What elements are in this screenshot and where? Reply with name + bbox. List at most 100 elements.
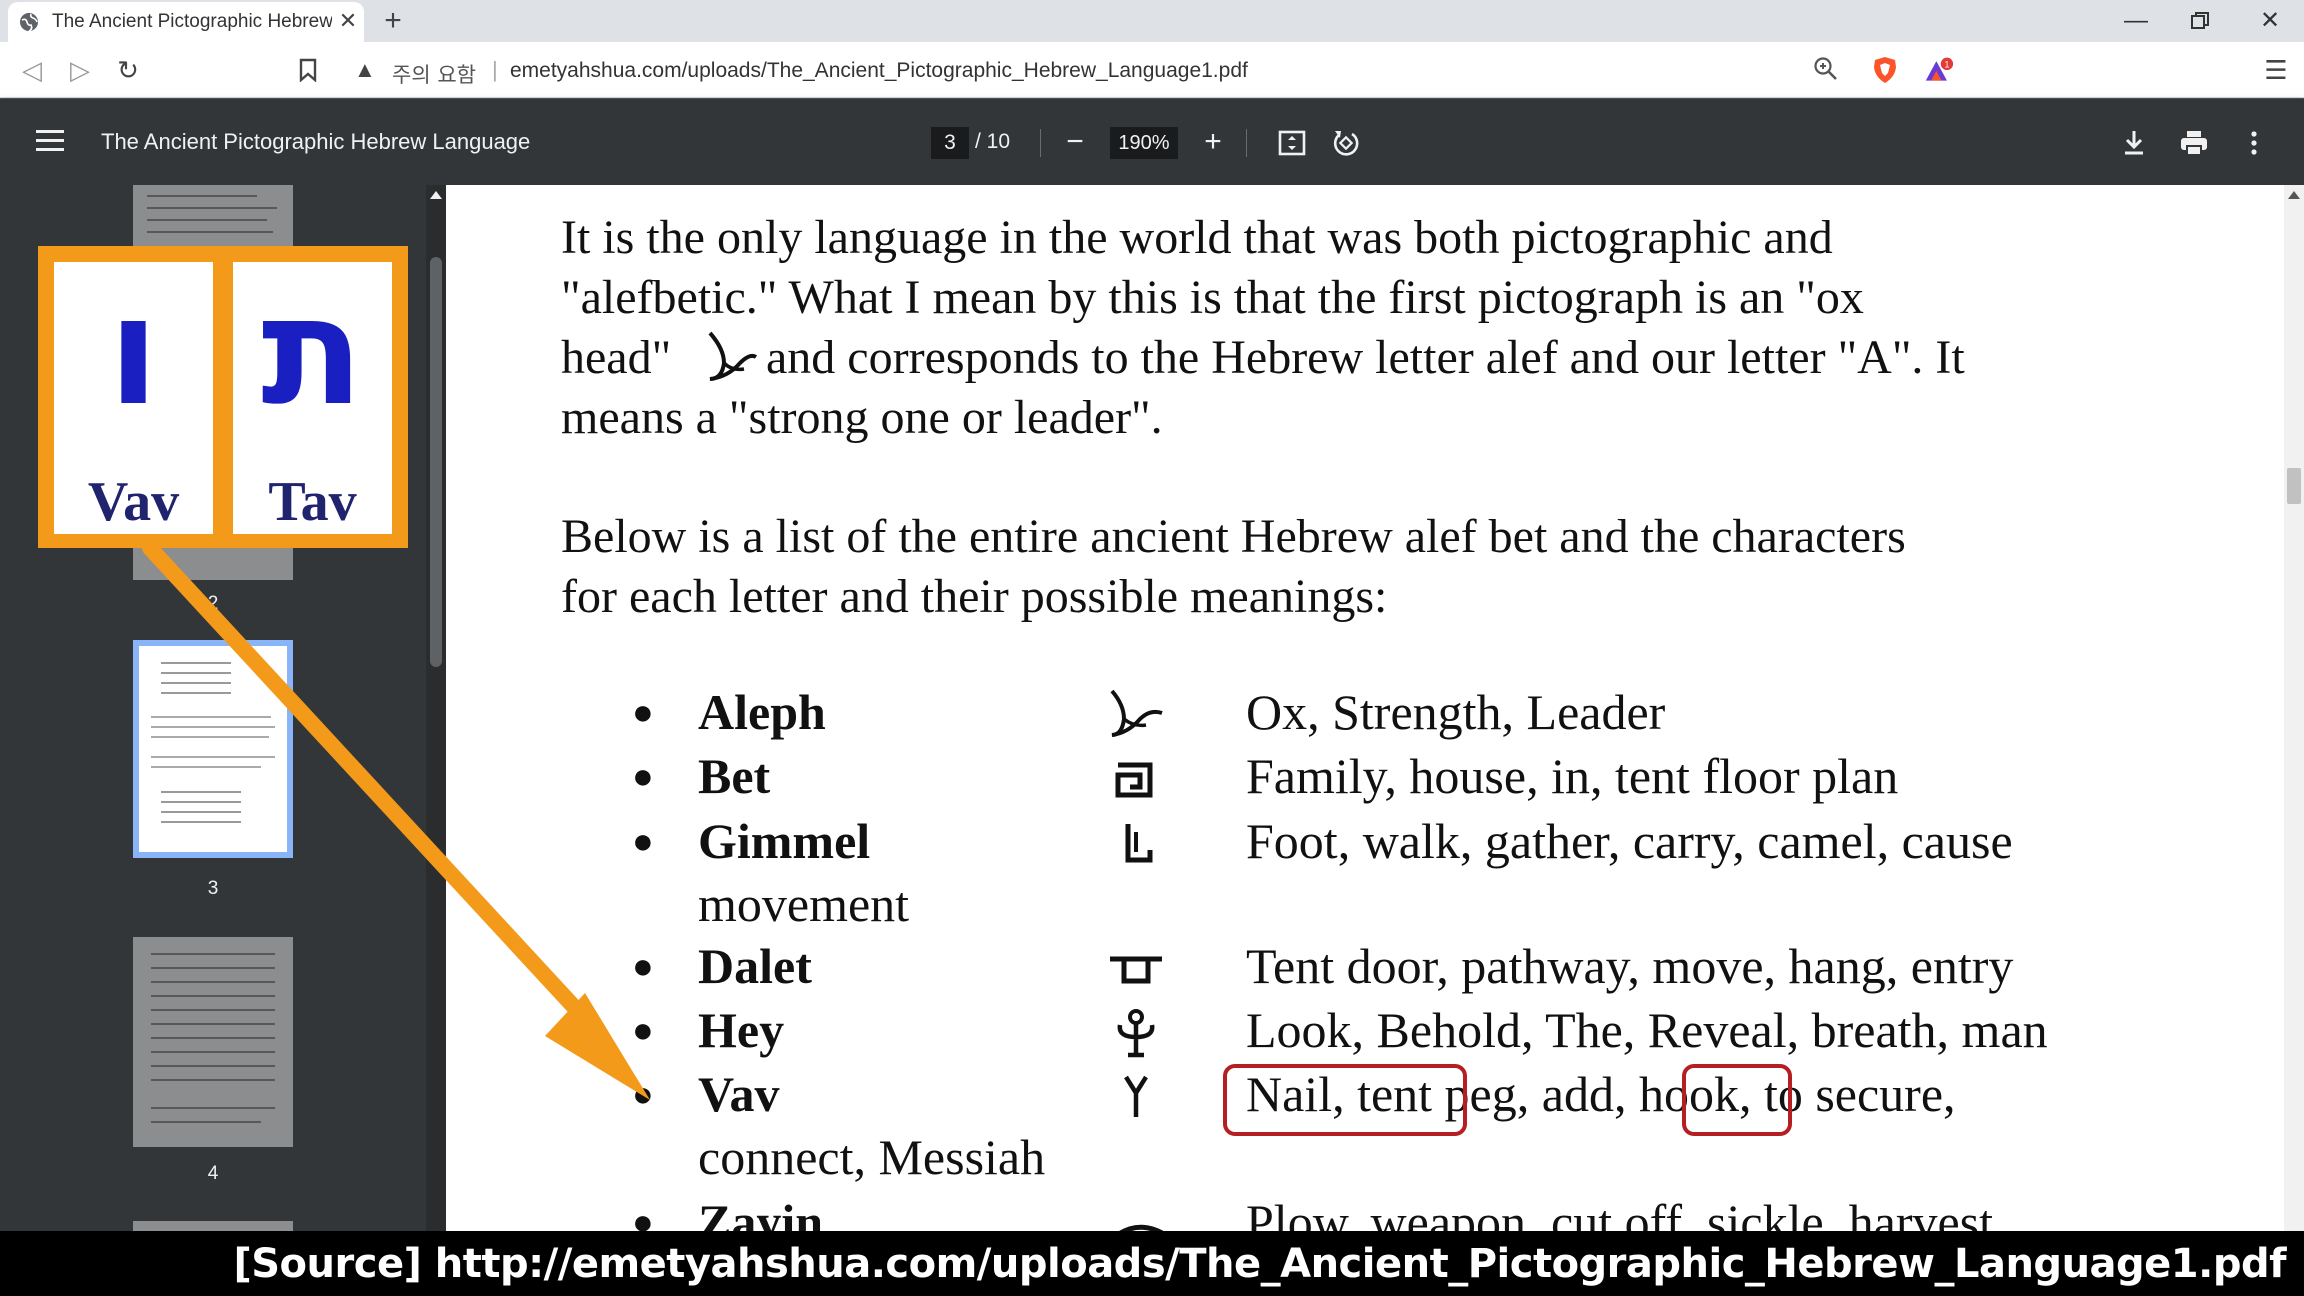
sidebar-scrollbar[interactable]: [426, 185, 446, 1231]
restore-button[interactable]: [2180, 4, 2220, 38]
tav-card: ת Tav: [233, 262, 392, 534]
letter-name: Vav: [698, 1066, 780, 1122]
thumbnail-label: 3: [207, 878, 219, 899]
thumbnail-label: 2: [207, 593, 219, 614]
letter-meaning-continuation: connect, Messiah: [698, 1129, 1046, 1185]
letter-meaning: Plow, weapon, cut off, sickle, harvest: [1246, 1194, 1994, 1231]
letter-name: Hey: [698, 1002, 785, 1058]
restore-icon: [2191, 12, 2209, 29]
more-options-icon[interactable]: [2238, 127, 2270, 159]
tab-close-icon[interactable]: ✕: [335, 8, 361, 34]
separator: |: [492, 57, 498, 82]
intro-line: head": [561, 331, 672, 384]
toolbar-divider: [1246, 129, 1247, 157]
back-button[interactable]: ◁: [14, 52, 50, 88]
bullet: ●: [632, 1010, 654, 1050]
fit-page-icon[interactable]: [1276, 127, 1308, 159]
address-bar[interactable]: ▲ 주의 요함 | emetyahshua.com/uploads/The_An…: [340, 49, 1840, 91]
brave-shield-icon[interactable]: [1870, 55, 1900, 85]
page-number-input[interactable]: 3: [931, 127, 969, 159]
letter-meaning: Tent door, pathway, move, hang, entry: [1246, 938, 2014, 994]
letter-meaning: Ox, Strength, Leader: [1246, 684, 1666, 740]
thumbnail-page-5[interactable]: [133, 1221, 293, 1231]
highlight-nail-tent-peg: [1223, 1064, 1467, 1136]
bookmark-button[interactable]: [290, 52, 326, 88]
url-text[interactable]: emetyahshua.com/uploads/The_Ancient_Pict…: [510, 59, 1248, 83]
gimmel-pictograph: [1125, 824, 1153, 863]
pdf-page: It is the only language in the world tha…: [446, 185, 2284, 1231]
window-close-button[interactable]: ✕: [2250, 4, 2290, 38]
rotate-icon[interactable]: [1330, 127, 1362, 159]
aleph-pictograph: [1110, 689, 1163, 737]
browser-toolbar: ◁ ▷ ↻ ▲ 주의 요함 | emetyahshua.com/uploads/…: [0, 42, 2304, 98]
scroll-up-icon[interactable]: [430, 191, 442, 199]
bet-pictograph: [1115, 762, 1153, 798]
zoom-icon[interactable]: [1812, 55, 1840, 83]
intro-line: It is the only language in the world tha…: [561, 211, 1833, 264]
thumbnail-label: 4: [207, 1163, 219, 1184]
hebrew-letters-inset: ו Vav ת Tav: [38, 246, 408, 548]
hebrew-letter: ת: [261, 265, 364, 439]
hey-pictograph: [1117, 1009, 1155, 1058]
page-scroll-thumb[interactable]: [2287, 468, 2301, 504]
source-caption-bar: [Source] http://emetyahshua.com/uploads/…: [0, 1231, 2304, 1296]
svg-text:1: 1: [1944, 59, 1949, 69]
letter-meaning: Family, house, in, tent floor plan: [1246, 748, 1899, 804]
print-icon[interactable]: [2178, 127, 2210, 159]
toolbar-divider: [1040, 129, 1041, 157]
letter-meaning: Foot, walk, gather, carry, camel, cause: [1246, 813, 2013, 869]
security-label[interactable]: 주의 요함: [392, 59, 476, 89]
letter-row-gimmel: ● Gimmel Foot, walk, gather, carry, came…: [446, 812, 2284, 876]
pdf-toolbar: The Ancient Pictographic Hebrew Language…: [0, 99, 2304, 185]
warning-icon[interactable]: ▲: [354, 57, 376, 83]
letter-latin-name: Vav: [87, 471, 180, 533]
sidebar-scroll-thumb[interactable]: [430, 257, 442, 667]
letter-meaning-continuation: movement: [698, 876, 910, 932]
page-scrollbar[interactable]: [2284, 185, 2304, 1231]
bullet: ●: [632, 1074, 654, 1114]
bullet: ●: [632, 1202, 654, 1231]
document-title: The Ancient Pictographic Hebrew Language: [101, 129, 531, 154]
dalet-pictograph: [1110, 956, 1162, 984]
letter-row-aleph: ● Aleph Ox, Strength, Leader: [446, 683, 2284, 747]
globe-icon: [20, 13, 38, 32]
tab-strip: The Ancient Pictographic Hebrew Language…: [0, 0, 2304, 42]
zoom-in-button[interactable]: +: [1198, 125, 1228, 159]
letter-name: Gimmel: [698, 813, 871, 869]
brave-rewards-icon[interactable]: 1: [1924, 55, 1954, 85]
letter-name: Zayin: [698, 1194, 824, 1231]
letter-meaning: Look, Behold, The, Reveal, breath, man: [1246, 1002, 2048, 1058]
minimize-button[interactable]: —: [2116, 4, 2156, 38]
intro-line: and corresponds to the Hebrew letter ale…: [766, 331, 1965, 384]
scroll-up-icon[interactable]: [2288, 191, 2300, 199]
intro-line: "alefbetic." What I mean by this is that…: [561, 271, 1864, 324]
thumbnail-page-3[interactable]: [133, 640, 293, 858]
download-icon[interactable]: [2118, 127, 2150, 159]
source-caption: [Source] http://emetyahshua.com/uploads/…: [233, 1241, 2286, 1287]
highlight-hook: [1682, 1064, 1792, 1136]
letter-row-hey: ● Hey Look, Behold, The, Reveal, breath,…: [446, 1001, 2284, 1065]
bookmark-icon: [299, 58, 317, 83]
thumbnail-page-4[interactable]: [133, 937, 293, 1147]
letter-row-zayin: ● Zayin Plow, weapon, cut off, sickle, h…: [446, 1193, 2284, 1231]
page-total: / 10: [975, 130, 1011, 153]
letter-row-bet: ● Bet Family, house, in, tent floor plan: [446, 747, 2284, 811]
list-intro-line: for each letter and their possible meani…: [561, 570, 1388, 623]
zoom-level-input[interactable]: 190%: [1110, 127, 1178, 159]
letter-latin-name: Tav: [268, 471, 357, 533]
browser-menu-icon[interactable]: ☰: [2258, 52, 2294, 88]
tab-title: The Ancient Pictographic Hebrew Language: [52, 11, 332, 32]
browser-tab[interactable]: The Ancient Pictographic Hebrew Language…: [8, 2, 364, 42]
bullet: ●: [632, 692, 654, 732]
forward-button[interactable]: ▷: [62, 52, 98, 88]
menu-icon[interactable]: [36, 130, 64, 152]
letter-name: Bet: [698, 748, 771, 804]
bullet: ●: [632, 946, 654, 986]
new-tab-button[interactable]: +: [376, 4, 410, 38]
list-intro-line: Below is a list of the entire ancient He…: [561, 510, 1906, 563]
reload-button[interactable]: ↻: [110, 52, 146, 88]
intro-line: means a "strong one or leader".: [561, 391, 1163, 444]
vav-card: ו Vav: [54, 262, 213, 534]
zoom-out-button[interactable]: −: [1060, 125, 1090, 159]
letter-name: Dalet: [698, 938, 812, 994]
